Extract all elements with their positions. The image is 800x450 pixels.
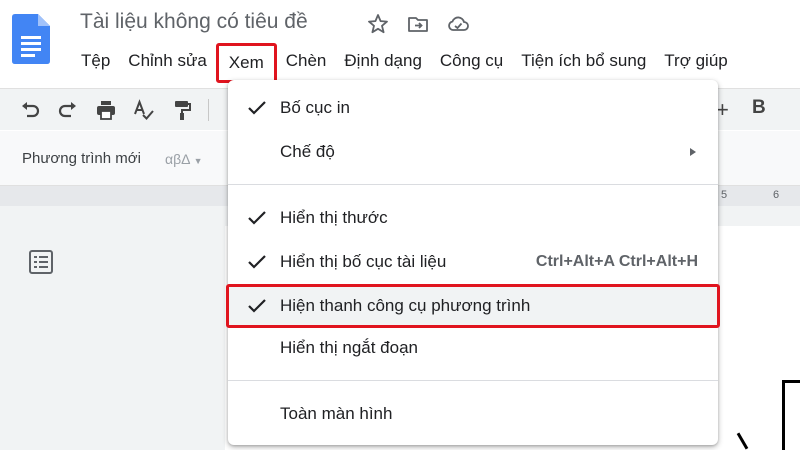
chevron-down-icon: ▼: [193, 156, 203, 166]
checkmark-icon: [248, 299, 266, 313]
view-menu-dropdown: Bố cục in Chế độ Hiển thị thước Hiển thị…: [226, 80, 720, 445]
checkmark-icon: [248, 101, 266, 115]
menu-item-label: Hiện thanh công cụ phương trình: [280, 296, 531, 315]
page-content-fragment: [782, 380, 785, 450]
menu-addons[interactable]: Tiện ích bổ sung: [512, 46, 655, 76]
star-icon[interactable]: [366, 12, 390, 36]
menu-item-label: Bố cục in: [280, 98, 350, 117]
menu-item-label: Hiển thị thước: [280, 208, 388, 227]
menubar: Tệp Chỉnh sửa Xem Chèn Định dạng Công cụ…: [72, 43, 737, 83]
menu-format[interactable]: Định dạng: [335, 46, 431, 76]
menu-item-label: Toàn màn hình: [280, 404, 393, 423]
menu-item-show-equation-toolbar[interactable]: Hiện thanh công cụ phương trình: [226, 284, 720, 328]
menu-item-show-document-outline[interactable]: Hiển thị bố cục tài liệu Ctrl+Alt+A Ctrl…: [228, 242, 718, 282]
menu-divider: [228, 380, 718, 381]
menu-divider: [228, 184, 718, 185]
menu-edit[interactable]: Chỉnh sửa: [119, 46, 215, 76]
menu-item-label: Chế độ: [280, 142, 335, 161]
google-docs-window: Tài liệu không có tiêu đề Tệp Chỉnh sửa …: [0, 0, 800, 450]
new-equation-button[interactable]: Phương trình mới: [22, 150, 141, 167]
ruler-number: 6: [773, 189, 780, 201]
menu-item-print-layout[interactable]: Bố cục in: [228, 88, 718, 128]
paint-format-icon[interactable]: [170, 98, 194, 122]
toolbar-separator: [208, 99, 209, 121]
menu-item-full-screen[interactable]: Toàn màn hình: [228, 394, 718, 434]
submenu-arrow-icon: [690, 148, 696, 156]
menu-item-label: Hiển thị ngắt đoạn: [280, 338, 418, 357]
greek-letters-dropdown[interactable]: αβΔ ▼: [165, 151, 203, 167]
checkmark-icon: [248, 255, 266, 269]
google-docs-logo[interactable]: [12, 14, 50, 64]
menu-item-mode[interactable]: Chế độ: [228, 132, 718, 172]
menu-item-show-section-breaks[interactable]: Hiển thị ngắt đoạn: [228, 328, 718, 368]
menu-view[interactable]: Xem: [215, 43, 277, 83]
keyboard-shortcut: Ctrl+Alt+A Ctrl+Alt+H: [535, 253, 698, 270]
undo-icon[interactable]: [18, 98, 42, 122]
move-to-folder-icon[interactable]: [406, 12, 430, 36]
redo-icon[interactable]: [56, 98, 80, 122]
menu-file[interactable]: Tệp: [72, 46, 119, 76]
print-icon[interactable]: [94, 98, 118, 122]
ruler-number: 5: [721, 189, 728, 201]
menu-help[interactable]: Trợ giúp: [655, 46, 736, 76]
menu-item-label: Hiển thị bố cục tài liệu: [280, 252, 447, 271]
bold-button[interactable]: B: [752, 97, 766, 119]
checkmark-icon: [248, 211, 266, 225]
cloud-status-icon[interactable]: [446, 12, 470, 36]
menu-insert[interactable]: Chèn: [277, 46, 336, 76]
menu-tools[interactable]: Công cụ: [431, 46, 512, 76]
spellcheck-icon[interactable]: [132, 98, 156, 122]
document-title[interactable]: Tài liệu không có tiêu đề: [80, 10, 308, 34]
document-outline-icon[interactable]: [28, 249, 54, 275]
menu-item-show-ruler[interactable]: Hiển thị thước: [228, 198, 718, 238]
greek-letters-label: αβΔ: [165, 151, 190, 167]
